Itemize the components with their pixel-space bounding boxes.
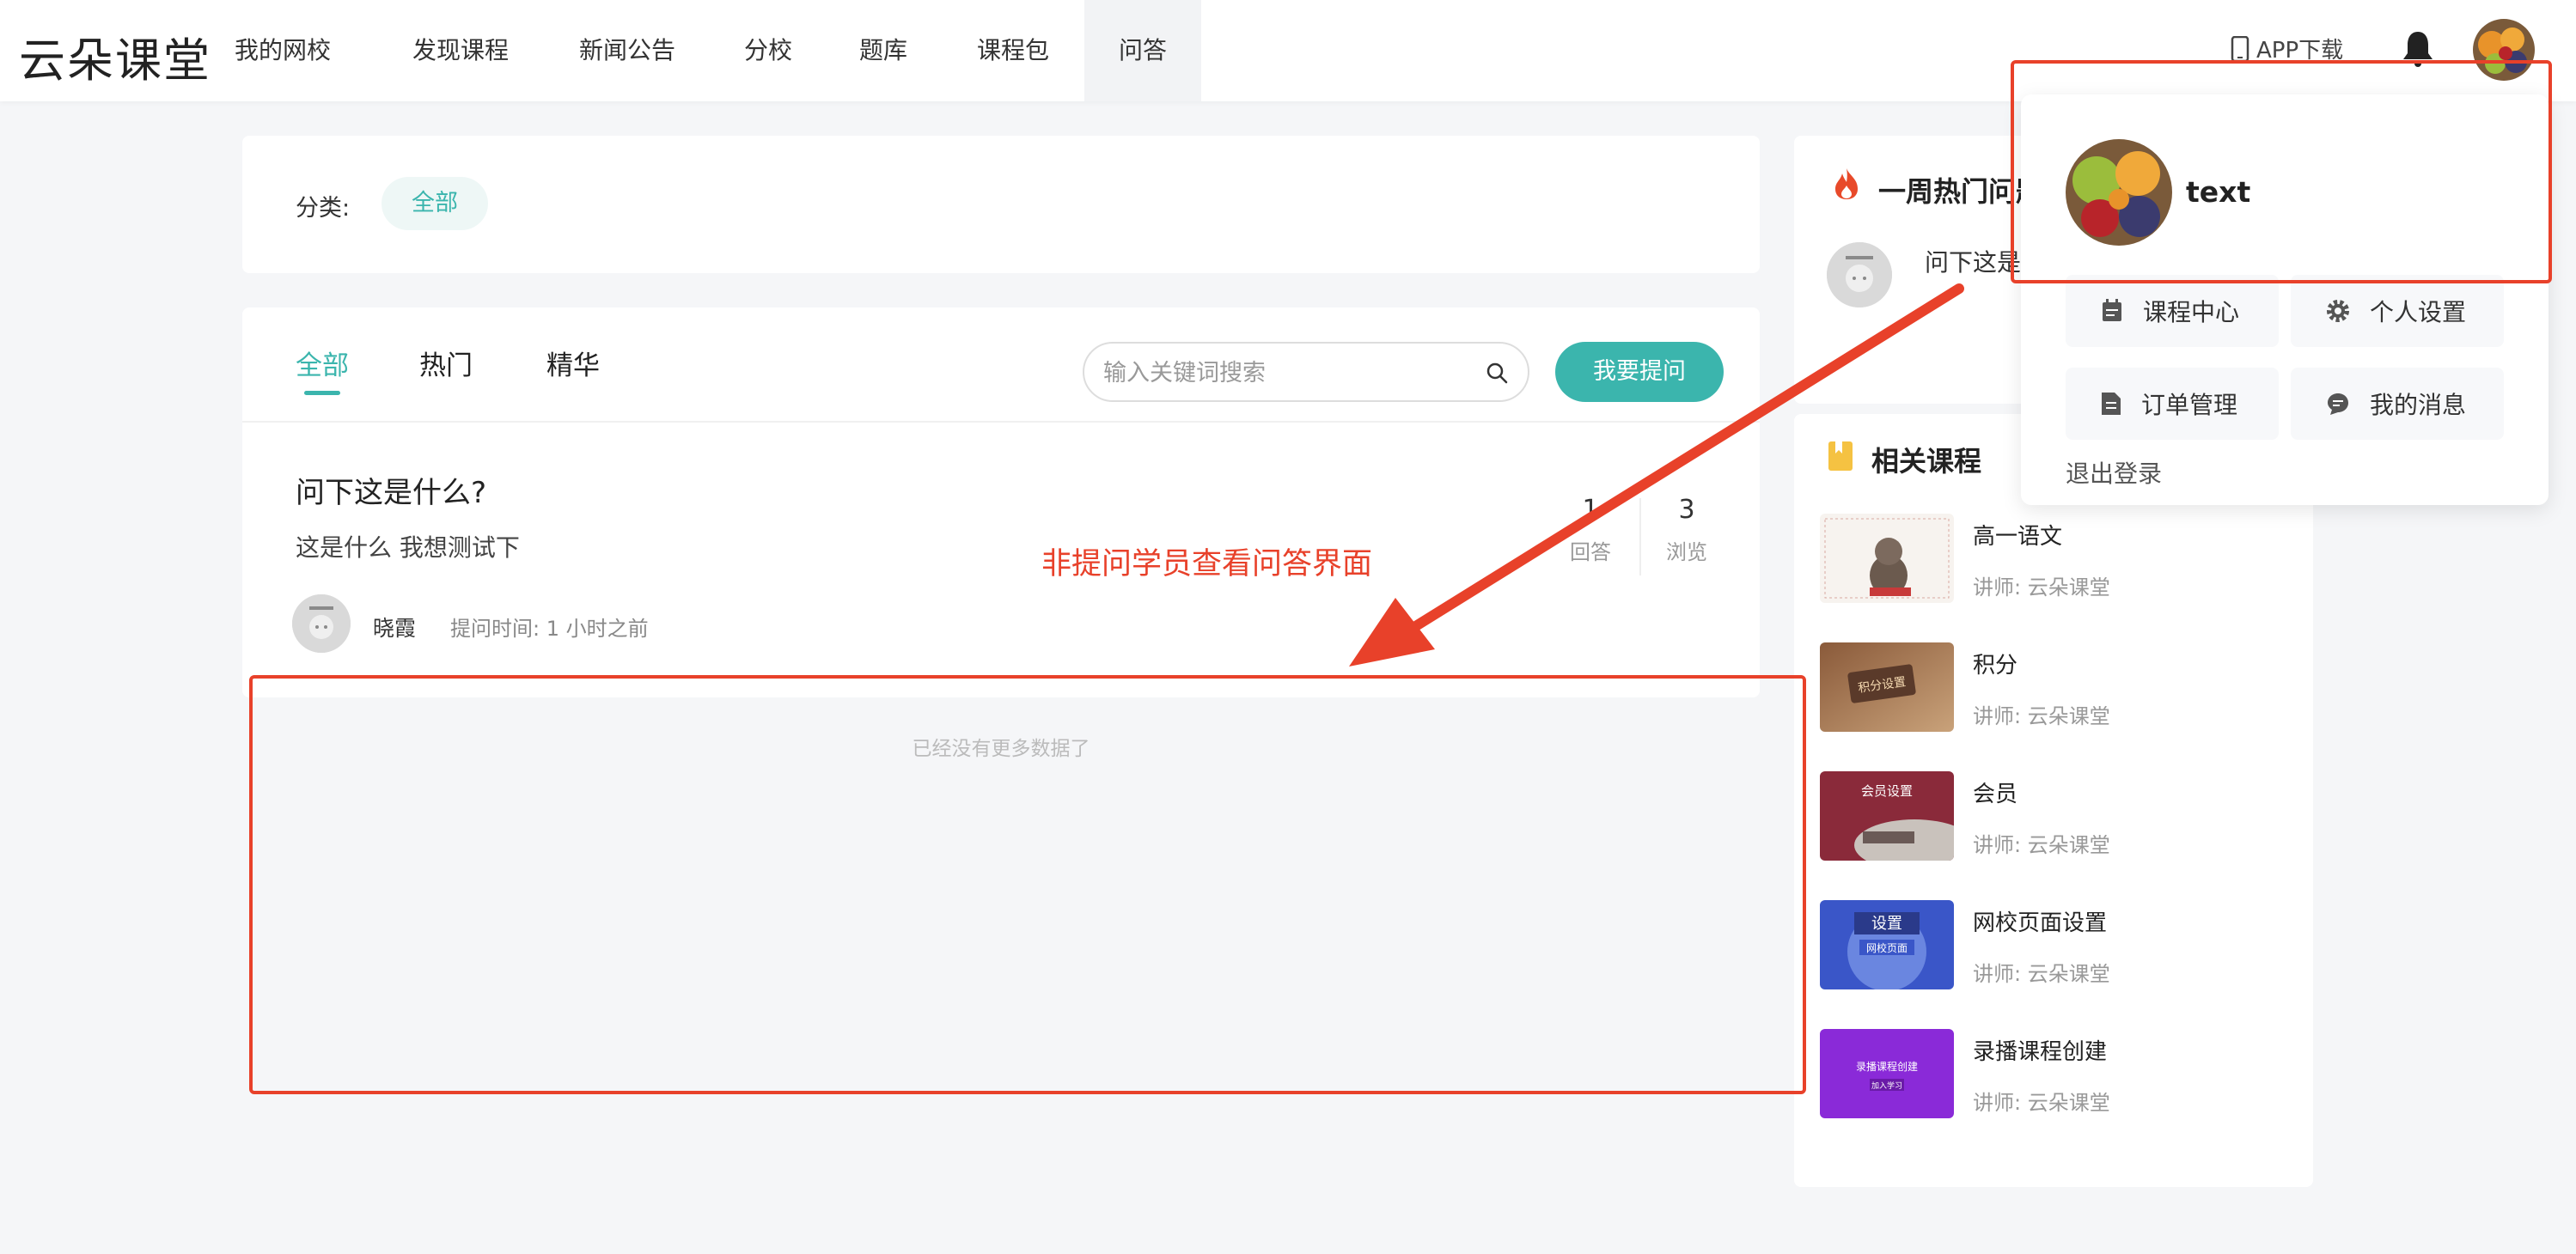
course-teacher: 讲师: 云朵课堂 [1973,833,2110,857]
site-logo[interactable]: 云朵课堂 [19,22,211,90]
thumb-text: 录播课程创建 [1856,1060,1918,1073]
nav-news[interactable]: 新闻公告 [565,0,689,101]
course-teacher: 讲师: 云朵课堂 [1973,1091,2110,1115]
personal-settings-button[interactable]: 个人设置 [2291,275,2504,347]
personal-settings-label: 个人设置 [2370,298,2467,326]
active-tab-indicator [304,391,340,395]
nav-question-bank[interactable]: 题库 [851,0,916,101]
thumb-text: 设置 [1871,915,1902,933]
course-thumbnail-image: 设置 网校页面 [1820,900,1954,989]
course-teacher: 讲师: 云朵课堂 [1973,704,2110,728]
nav-my-school[interactable]: 我的网校 [225,0,340,101]
course-center-button[interactable]: 课程中心 [2066,275,2279,347]
course-thumbnail: 录播课程创建 加入学习 [1820,1029,1954,1118]
asker-avatar [292,594,351,653]
chat-bubble-icon [2328,393,2348,415]
course-teacher: 讲师: 云朵课堂 [1973,575,2110,600]
annotation-box-user-profile [2011,60,2552,283]
course-thumbnail: 会员设置 [1820,771,1954,861]
phone-icon [2231,35,2249,62]
course-thumbnail-image: 录播课程创建 加入学习 [1820,1029,1954,1118]
tab-hot[interactable]: 热门 [419,344,473,382]
my-messages-label: 我的消息 [2370,391,2467,419]
tab-featured[interactable]: 精华 [546,344,600,382]
course-name[interactable]: 录播课程创建 [1973,1034,2107,1066]
calendar-icon [2103,299,2121,321]
asker-name[interactable]: 晓霞 [373,612,416,642]
course-center-label: 课程中心 [2143,298,2240,326]
question-description: 这是什么 我想测试下 [296,533,520,562]
nav-discover-courses[interactable]: 发现课程 [399,0,522,101]
thumb-text: 会员设置 [1861,783,1913,799]
course-item[interactable]: 会员设置 会员 讲师: 云朵课堂 [1820,771,2301,861]
logout-link[interactable]: 退出登录 [2066,455,2162,490]
category-label: 分类: [296,195,351,222]
course-thumbnail-image: 会员设置 [1820,771,1954,861]
category-pill-all[interactable]: 全部 [382,177,488,230]
nav-branch[interactable]: 分校 [736,0,801,101]
course-name[interactable]: 积分 [1973,648,2017,679]
tab-all[interactable]: 全部 [296,344,349,382]
category-filter-card: 分类: 全部 [242,136,1760,273]
course-item[interactable]: 录播课程创建 加入学习 录播课程创建 讲师: 云朵课堂 [1820,1029,2301,1118]
course-name[interactable]: 会员 [1973,776,2017,808]
course-teacher: 讲师: 云朵课堂 [1973,962,2110,986]
course-name[interactable]: 网校页面设置 [1973,905,2107,937]
default-avatar-icon [292,594,351,653]
course-item[interactable]: 设置 网校页面 网校页面设置 讲师: 云朵课堂 [1820,900,2301,989]
annotation-arrow-icon [1349,283,1964,667]
course-thumbnail: 设置 网校页面 [1820,900,1954,989]
nav-course-package[interactable]: 课程包 [968,0,1059,101]
annotation-box-empty-area [249,675,1806,1094]
course-name[interactable]: 高一语文 [1973,519,2062,551]
order-management-button[interactable]: 订单管理 [2066,368,2279,440]
fire-icon [1835,168,1858,199]
nav-qa[interactable]: 问答 [1084,0,1201,101]
question-title[interactable]: 问下这是什么? [296,469,486,511]
thumb-subtext: 网校页面 [1866,941,1908,954]
question-time: 提问时间: 1 小时之前 [450,617,649,641]
gear-icon [2327,300,2349,322]
thumb-subtext: 加入学习 [1871,1081,1902,1091]
order-management-label: 订单管理 [2141,391,2238,419]
document-icon [2102,393,2121,415]
my-messages-button[interactable]: 我的消息 [2291,368,2504,440]
